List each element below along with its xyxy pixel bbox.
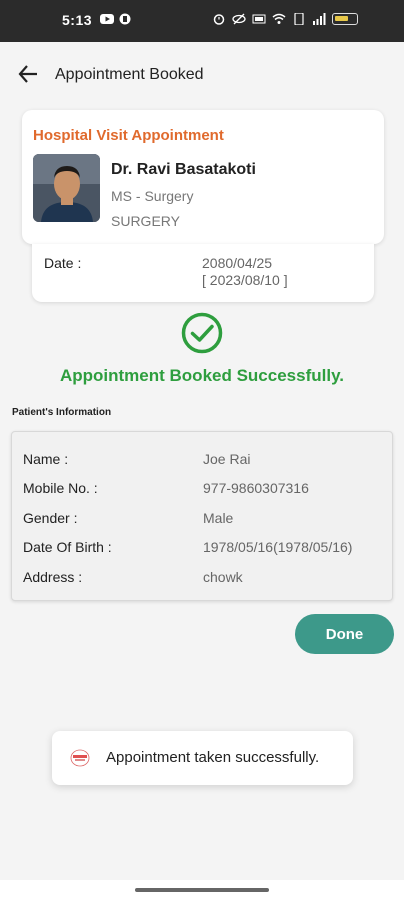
visit-type-label: Hospital Visit Appointment: [33, 127, 224, 144]
info-key: Date Of Birth :: [23, 539, 112, 555]
doctor-name: Dr. Ravi Basatakoti: [111, 161, 256, 178]
signal-icon: [313, 13, 326, 25]
app-logo-icon: [70, 749, 90, 767]
patient-row-dob: Date Of Birth : 1978/05/16(1978/05/16): [12, 539, 392, 561]
info-key: Mobile No. :: [23, 480, 98, 496]
done-button[interactable]: Done: [295, 614, 394, 654]
info-key: Address :: [23, 569, 83, 585]
battery-icon: [332, 13, 358, 25]
status-time: 5:13: [62, 12, 93, 28]
info-key: Name :: [23, 451, 69, 467]
youtube-icon: [100, 14, 114, 24]
doctor-avatar: [33, 154, 100, 222]
battery-fill: [335, 16, 348, 21]
page-title: Appointment Booked: [55, 66, 204, 83]
info-value: Joe Rai: [203, 451, 251, 467]
app-notification-icon: [119, 13, 131, 25]
wifi-icon: [272, 13, 286, 24]
patient-info-box: Name : Joe Rai Mobile No. : 977-98603073…: [11, 431, 393, 601]
patient-section-title: Patient's Information: [12, 407, 112, 418]
info-value: Male: [203, 510, 234, 526]
toast: Appointment taken successfully.: [52, 731, 353, 785]
patient-row-address: Address : chowk: [12, 569, 392, 591]
back-button[interactable]: [14, 60, 42, 88]
info-value: chowk: [203, 569, 243, 585]
date-ad-value: [ 2023/08/10 ]: [202, 272, 288, 288]
patient-row-gender: Gender : Male: [12, 510, 392, 532]
doctor-degree: MS - Surgery: [111, 188, 194, 204]
doctor-department: SURGERY: [111, 213, 180, 229]
sim-icon: [294, 13, 304, 25]
status-bar: 5:13: [0, 0, 404, 42]
app-header: Appointment Booked: [0, 42, 404, 106]
date-bs-value: 2080/04/25: [202, 255, 273, 271]
date-card: Date : 2080/04/25 [ 2023/08/10 ]: [32, 244, 374, 302]
patient-row-mobile: Mobile No. : 977-9860307316: [12, 480, 392, 502]
toast-message: Appointment taken successfully.: [106, 749, 320, 766]
eye-off-icon: [232, 13, 246, 25]
info-key: Gender :: [23, 510, 78, 526]
info-value: 1978/05/16(1978/05/16): [203, 539, 353, 555]
success-message: Appointment Booked Successfully.: [59, 366, 344, 385]
patient-row-name: Name : Joe Rai: [12, 451, 392, 473]
alarm-icon: [213, 14, 225, 25]
home-indicator[interactable]: [135, 888, 269, 892]
check-circle-icon: [181, 312, 223, 354]
arrow-left-icon: [18, 65, 37, 83]
doctor-card: Hospital Visit Appointment Dr. Ravi Basa…: [22, 110, 384, 244]
date-label: Date :: [44, 255, 82, 271]
volte-icon: [252, 14, 266, 24]
info-value: 977-9860307316: [203, 480, 309, 496]
